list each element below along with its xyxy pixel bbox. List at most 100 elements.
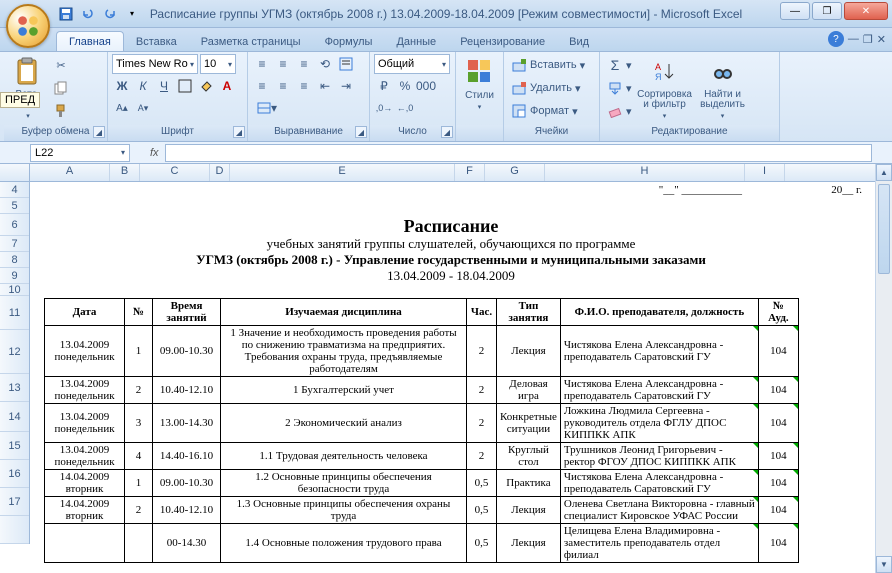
row-header[interactable]: 7	[0, 236, 29, 252]
row-header[interactable]: 16	[0, 460, 29, 488]
align-right-button[interactable]: ≡	[294, 76, 314, 96]
align-launcher[interactable]: ◢	[355, 126, 367, 138]
tab-data[interactable]: Данные	[384, 32, 448, 51]
border-button[interactable]	[175, 76, 195, 96]
row-header[interactable]: 12	[0, 330, 29, 374]
row-header[interactable]: 15	[0, 432, 29, 460]
tab-review[interactable]: Рецензирование	[448, 32, 557, 51]
restore-window-icon[interactable]: ❐	[863, 33, 873, 46]
font-family-combo[interactable]: Times New Ro▾	[112, 54, 198, 74]
italic-button[interactable]: К	[133, 76, 153, 96]
number-launcher[interactable]: ◢	[441, 126, 453, 138]
row-header[interactable]: 10	[0, 284, 29, 296]
column-header[interactable]: C	[140, 164, 210, 181]
minimize-button[interactable]: —	[780, 2, 810, 20]
save-icon[interactable]	[56, 4, 76, 24]
align-top-button[interactable]: ≡	[252, 54, 272, 74]
table-row: 13.04.2009 понедельник210.40-12.101 Бухг…	[45, 377, 799, 404]
column-header[interactable]: E	[230, 164, 455, 181]
wrap-text-button[interactable]	[336, 54, 356, 74]
underline-button[interactable]: Ч	[154, 76, 174, 96]
cut-button[interactable]: ✂	[50, 54, 72, 76]
tab-layout[interactable]: Разметка страницы	[189, 32, 313, 51]
row-header[interactable]: 13	[0, 374, 29, 402]
increase-decimal-button[interactable]: ,0→	[374, 98, 394, 118]
find-select-button[interactable]: Найти и выделить▾	[695, 54, 751, 122]
paste-button[interactable]: Вста- вить ▾	[8, 54, 48, 122]
align-left-button[interactable]: ≡	[252, 76, 272, 96]
column-header[interactable]: F	[455, 164, 485, 181]
percent-button[interactable]: %	[395, 76, 415, 96]
tab-home[interactable]: Главная	[56, 31, 124, 51]
autosum-button[interactable]: Σ▾	[604, 54, 635, 76]
format-painter-button[interactable]	[50, 100, 72, 122]
office-button[interactable]	[6, 4, 50, 48]
row-header[interactable]: 14	[0, 402, 29, 432]
vertical-scrollbar[interactable]: ▲ ▼	[875, 164, 892, 573]
insert-cells-button[interactable]: Вставить ▾	[508, 54, 595, 76]
fill-color-button[interactable]	[196, 76, 216, 96]
column-header[interactable]: B	[110, 164, 140, 181]
tab-view[interactable]: Вид	[557, 32, 601, 51]
table-header: Изучаемая дисциплина	[221, 299, 467, 326]
help-icon[interactable]: ?	[828, 31, 844, 47]
tab-formulas[interactable]: Формулы	[313, 32, 385, 51]
decrease-decimal-button[interactable]: ←,0	[395, 98, 415, 118]
copy-button[interactable]	[50, 77, 72, 99]
minimize-ribbon-icon[interactable]: —	[848, 33, 859, 45]
sort-filter-button[interactable]: АЯ Сортировка и фильтр▾	[637, 54, 693, 122]
fx-icon[interactable]: fx	[150, 147, 159, 159]
bold-button[interactable]: Ж	[112, 76, 132, 96]
column-header[interactable]: D	[210, 164, 230, 181]
currency-button[interactable]: ₽	[374, 76, 394, 96]
row-header[interactable]: 8	[0, 252, 29, 268]
scroll-down-icon[interactable]: ▼	[876, 556, 892, 573]
align-bottom-button[interactable]: ≡	[294, 54, 314, 74]
number-format-combo[interactable]: Общий▾	[374, 54, 450, 74]
orientation-button[interactable]: ⟲	[315, 54, 335, 74]
row-header[interactable]: 9	[0, 268, 29, 284]
font-size-combo[interactable]: 10▾	[200, 54, 236, 74]
column-header[interactable]: H	[545, 164, 745, 181]
clipboard-icon	[12, 56, 44, 88]
scroll-thumb[interactable]	[878, 184, 890, 274]
close-workbook-icon[interactable]: ✕	[877, 33, 886, 46]
name-box[interactable]: L22▾	[30, 144, 130, 162]
merge-button[interactable]: ▾	[252, 98, 282, 118]
svg-text:Я: Я	[655, 72, 662, 82]
row-header[interactable]: 4	[0, 182, 29, 198]
row-header[interactable]: 6	[0, 214, 29, 236]
styles-button[interactable]: Стили ▾	[460, 54, 499, 113]
font-color-button[interactable]: A	[217, 76, 237, 96]
formula-input[interactable]	[165, 144, 872, 162]
select-all-corner[interactable]	[0, 164, 30, 181]
qat-more-icon[interactable]: ▾	[122, 4, 142, 24]
fill-button[interactable]: ▾	[604, 77, 635, 99]
scroll-up-icon[interactable]: ▲	[876, 164, 892, 181]
column-header[interactable]: I	[745, 164, 785, 181]
increase-indent-button[interactable]: ⇥	[336, 76, 356, 96]
tab-insert[interactable]: Вставка	[124, 32, 189, 51]
decrease-indent-button[interactable]: ⇤	[315, 76, 335, 96]
undo-icon[interactable]	[78, 4, 98, 24]
shrink-font-button[interactable]: A▾	[133, 98, 153, 118]
format-cells-button[interactable]: Формат ▾	[508, 100, 595, 122]
comma-button[interactable]: 000	[416, 76, 436, 96]
clipboard-launcher[interactable]: ◢	[93, 126, 105, 138]
row-header[interactable]	[0, 516, 29, 544]
grow-font-button[interactable]: A▴	[112, 98, 132, 118]
maximize-button[interactable]: ❐	[812, 2, 842, 20]
align-center-button[interactable]: ≡	[273, 76, 293, 96]
align-middle-button[interactable]: ≡	[273, 54, 293, 74]
column-header[interactable]: G	[485, 164, 545, 181]
table-header: Ф.И.О. преподавателя, должность	[560, 299, 758, 326]
row-header[interactable]: 5	[0, 198, 29, 214]
font-launcher[interactable]: ◢	[233, 126, 245, 138]
column-header[interactable]: A	[30, 164, 110, 181]
redo-icon[interactable]	[100, 4, 120, 24]
row-header[interactable]: 11	[0, 296, 29, 330]
close-button[interactable]: ✕	[844, 2, 888, 20]
row-header[interactable]: 17	[0, 488, 29, 516]
clear-button[interactable]: ▾	[604, 100, 635, 122]
delete-cells-button[interactable]: Удалить ▾	[508, 77, 595, 99]
